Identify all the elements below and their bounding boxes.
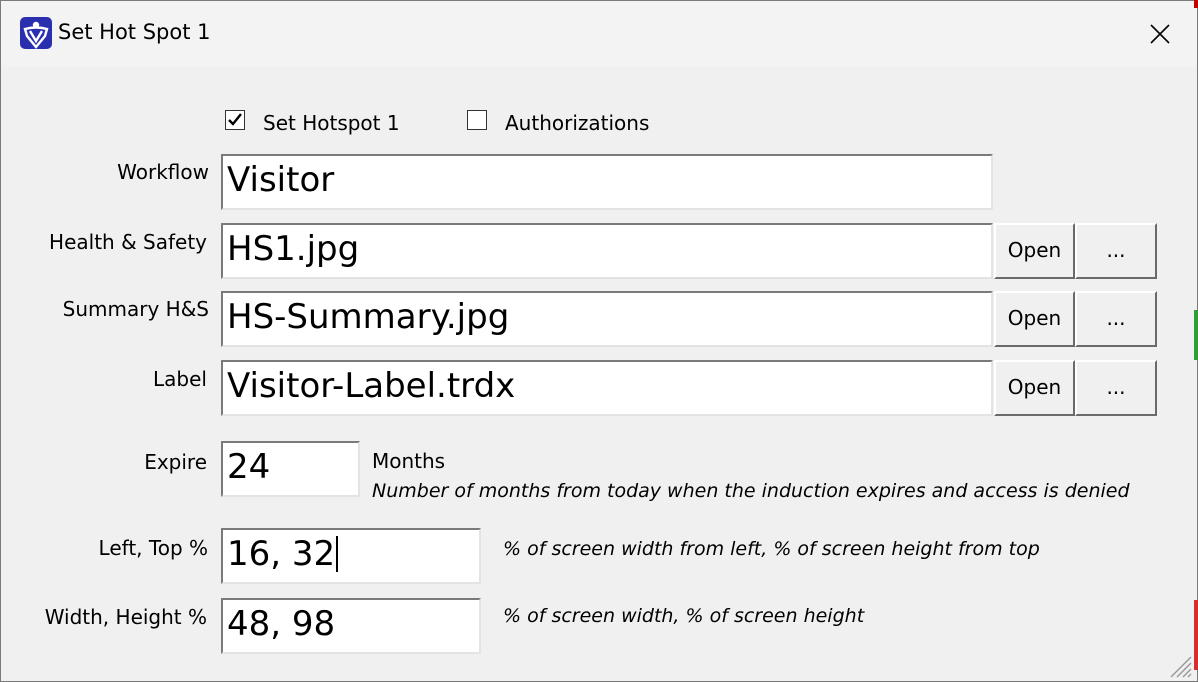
workflow-input[interactable]: Visitor bbox=[221, 154, 993, 210]
left-top-hint: % of screen width from left, % of screen… bbox=[503, 538, 1040, 560]
left-top-input[interactable]: 16, 32 bbox=[221, 528, 481, 584]
width-height-label: Width, Height % bbox=[44, 605, 207, 629]
summary-hs-browse-button[interactable]: ... bbox=[1075, 291, 1157, 347]
shield-logo-icon bbox=[20, 17, 52, 49]
set-hotspot-label[interactable]: Set Hotspot 1 bbox=[263, 111, 400, 135]
health-safety-open-button[interactable]: Open bbox=[994, 223, 1075, 279]
health-safety-label: Health & Safety bbox=[49, 230, 207, 254]
label-file-open-button[interactable]: Open bbox=[994, 360, 1075, 416]
label-file-input[interactable]: Visitor-Label.trdx bbox=[221, 360, 993, 416]
expire-unit-label: Months bbox=[372, 449, 446, 473]
expire-input[interactable]: 24 bbox=[221, 441, 360, 497]
window-title: Set Hot Spot 1 bbox=[58, 20, 211, 44]
title-bar[interactable]: Set Hot Spot 1 bbox=[1, 1, 1197, 67]
checkmark-icon bbox=[228, 113, 242, 126]
summary-hs-input[interactable]: HS-Summary.jpg bbox=[221, 291, 993, 347]
summary-hs-open-button[interactable]: Open bbox=[994, 291, 1075, 347]
dialog-window: Set Hot Spot 1 Set Hotspot 1 Authorizati… bbox=[0, 0, 1198, 682]
label-file-browse-button[interactable]: ... bbox=[1075, 360, 1157, 416]
label-file-label: Label bbox=[153, 367, 207, 391]
background-edge-mark bbox=[1194, 310, 1198, 360]
close-button[interactable] bbox=[1129, 9, 1191, 59]
width-height-hint: % of screen width, % of screen height bbox=[503, 605, 865, 627]
health-safety-browse-button[interactable]: ... bbox=[1075, 223, 1157, 279]
expire-hint: Number of months from today when the ind… bbox=[372, 480, 1130, 502]
expire-label: Expire bbox=[144, 450, 207, 474]
background-edge-mark bbox=[1194, 600, 1198, 670]
left-top-label: Left, Top % bbox=[98, 536, 208, 560]
background-edge-mark bbox=[1194, 0, 1198, 8]
summary-hs-label: Summary H&S bbox=[62, 297, 209, 321]
resize-grip-icon[interactable] bbox=[1165, 651, 1193, 679]
left-top-value: 16, 32 bbox=[227, 534, 336, 574]
set-hotspot-checkbox[interactable] bbox=[225, 110, 245, 130]
close-icon bbox=[1150, 24, 1170, 44]
workflow-label: Workflow bbox=[117, 160, 209, 184]
width-height-input[interactable]: 48, 98 bbox=[221, 598, 481, 654]
authorizations-label[interactable]: Authorizations bbox=[505, 111, 649, 135]
text-caret bbox=[336, 535, 339, 572]
health-safety-input[interactable]: HS1.jpg bbox=[221, 223, 993, 279]
authorizations-checkbox[interactable] bbox=[467, 110, 487, 130]
